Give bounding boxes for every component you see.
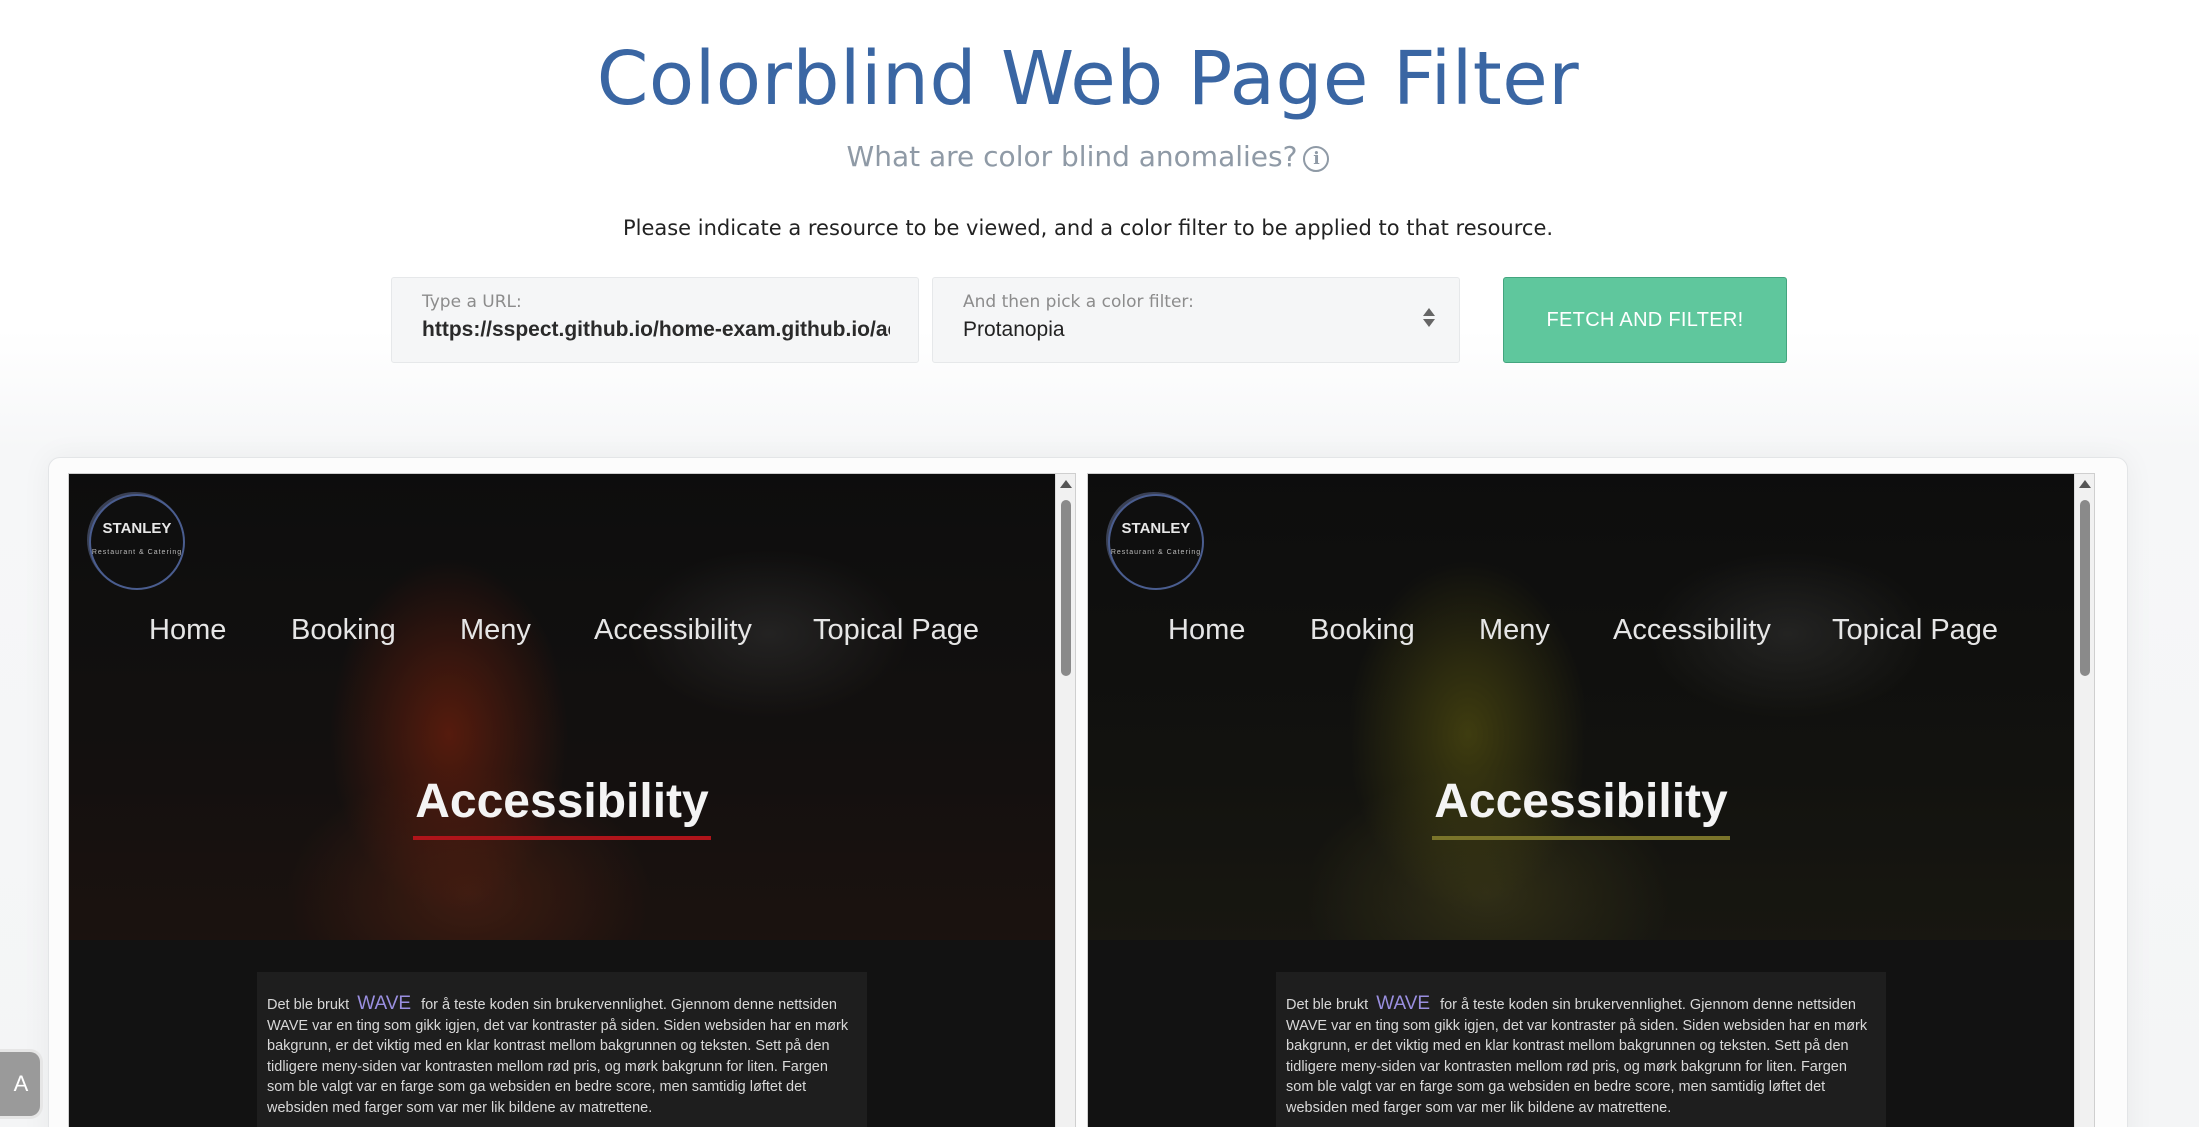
page: Colorblind Web Page Filter What are colo…	[0, 0, 2199, 1127]
nav-accessibility[interactable]: Accessibility	[594, 614, 752, 647]
logo-brand: STANLEY	[1121, 520, 1191, 537]
hero-heading: Accessibility	[415, 775, 709, 828]
original-scrollbar[interactable]	[1055, 474, 1075, 1127]
text-before: Det ble brukt	[1286, 997, 1369, 1013]
color-filter-select[interactable]: And then pick a color filter: Protanopia	[932, 277, 1460, 363]
original-viewport: STANLEY Restaurant & Catering Home Booki…	[69, 474, 1055, 1127]
hero-image	[1088, 474, 2074, 940]
scroll-up-icon[interactable]	[1060, 480, 1072, 488]
logo-brand: STANLEY	[102, 520, 172, 537]
hero-heading: Accessibility	[1434, 775, 1728, 828]
text-before: Det ble brukt	[267, 997, 350, 1013]
heading-underline	[413, 836, 711, 840]
nav-topical-page[interactable]: Topical Page	[1832, 614, 1998, 647]
nav-meny[interactable]: Meny	[460, 614, 531, 647]
page-title: Colorblind Web Page Filter	[596, 36, 1580, 122]
text-after: for å teste koden sin brukervennlighet. …	[267, 997, 849, 1116]
article-text: Det ble brukt WAVE for å teste koden sin b…	[257, 972, 867, 1127]
url-input[interactable]: https://sspect.github.io/home-exam.githu…	[422, 318, 890, 342]
url-label: Type a URL:	[422, 292, 522, 312]
subtitle[interactable]: What are color blind anomalies? i	[0, 140, 2176, 173]
wave-link[interactable]: WAVE	[1368, 993, 1440, 1014]
subtitle-text[interactable]: What are color blind anomalies?	[847, 140, 1298, 173]
nav-booking[interactable]: Booking	[291, 614, 396, 647]
nav-meny[interactable]: Meny	[1479, 614, 1550, 647]
heading-underline	[1432, 836, 1730, 840]
stanley-logo[interactable]: STANLEY Restaurant & Catering	[89, 494, 185, 590]
site-nav: Home Booking Meny Accessibility Topical …	[1088, 614, 2074, 664]
logo-tagline: Restaurant & Catering	[91, 549, 183, 556]
nav-home[interactable]: Home	[149, 614, 226, 647]
article-text: Det ble brukt WAVE for å teste koden sin b…	[1276, 972, 1886, 1127]
wave-link[interactable]: WAVE	[349, 993, 421, 1014]
nav-topical-page[interactable]: Topical Page	[813, 614, 979, 647]
filtered-scrollbar[interactable]	[2074, 474, 2094, 1127]
fetch-and-filter-button[interactable]: FETCH AND FILTER!	[1503, 277, 1787, 363]
hero-image	[69, 474, 1055, 940]
scroll-thumb[interactable]	[2080, 500, 2090, 676]
filter-value[interactable]: Protanopia	[963, 318, 1431, 342]
accessibility-widget-button[interactable]: A	[0, 1052, 40, 1116]
filtered-page-frame[interactable]: STANLEY Restaurant & Catering Home Booki…	[1087, 473, 2095, 1127]
nav-home[interactable]: Home	[1168, 614, 1245, 647]
scroll-thumb[interactable]	[1061, 500, 1071, 676]
nav-accessibility[interactable]: Accessibility	[1613, 614, 1771, 647]
filtered-viewport: STANLEY Restaurant & Catering Home Booki…	[1088, 474, 2074, 1127]
url-field[interactable]: Type a URL: https://sspect.github.io/hom…	[391, 277, 919, 363]
info-icon[interactable]: i	[1303, 146, 1330, 172]
scroll-up-icon[interactable]	[2079, 480, 2091, 488]
filter-label: And then pick a color filter:	[963, 292, 1194, 312]
nav-booking[interactable]: Booking	[1310, 614, 1415, 647]
site-nav: Home Booking Meny Accessibility Topical …	[69, 614, 1055, 664]
stanley-logo[interactable]: STANLEY Restaurant & Catering	[1108, 494, 1204, 590]
logo-tagline: Restaurant & Catering	[1110, 549, 1202, 556]
instruction-text: Please indicate a resource to be viewed,…	[622, 216, 1554, 240]
select-arrows-icon[interactable]	[1423, 308, 1435, 327]
text-after: for å teste koden sin brukervennlighet. …	[1286, 997, 1868, 1116]
original-page-frame[interactable]: STANLEY Restaurant & Catering Home Booki…	[68, 473, 1076, 1127]
